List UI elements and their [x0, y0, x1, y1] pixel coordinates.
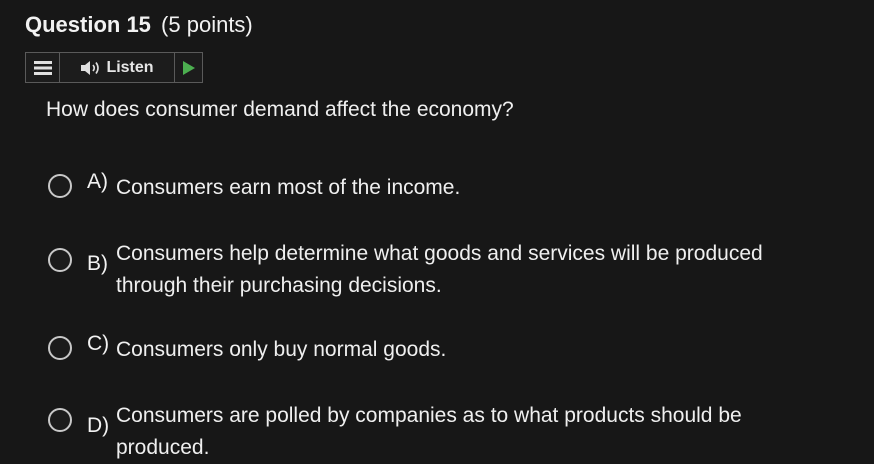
option-text-b: Consumers help determine what goods and … [116, 242, 763, 297]
option-text-c: Consumers only buy normal goods. [116, 338, 447, 361]
option-letter-c: C) [87, 332, 110, 355]
play-button[interactable] [175, 53, 202, 82]
question-title: Question 15 [25, 12, 151, 37]
quiz-page: Question 15 (5 points) Listen How does c… [0, 0, 874, 464]
option-text-d: Consumers are polled by companies as to … [116, 404, 742, 459]
menu-icon [33, 60, 52, 75]
question-header: Question 15 (5 points) [25, 12, 253, 38]
answer-option-c[interactable]: C) Consumers only buy normal goods. [48, 332, 446, 366]
play-icon [182, 60, 195, 75]
listen-label: Listen [106, 58, 154, 76]
question-points: (5 points) [161, 12, 253, 37]
answer-option-a[interactable]: A) Consumers earn most of the income. [48, 170, 460, 204]
answer-option-b[interactable]: B) Consumers help determine what goods a… [48, 238, 836, 302]
option-letter-d: D) [87, 414, 110, 437]
speaker-icon [81, 60, 100, 75]
menu-button[interactable] [26, 53, 60, 82]
question-text: How does consumer demand affect the econ… [46, 98, 514, 121]
option-text-a: Consumers earn most of the income. [116, 176, 461, 199]
answer-option-d[interactable]: D) Consumers are polled by companies as … [48, 400, 836, 464]
radio-button-d[interactable] [48, 408, 72, 432]
radio-button-a[interactable] [48, 174, 72, 198]
listen-button[interactable]: Listen [60, 53, 175, 82]
option-letter-a: A) [87, 170, 108, 193]
option-letter-b: B) [87, 252, 108, 275]
radio-button-b[interactable] [48, 248, 72, 272]
radio-button-c[interactable] [48, 336, 72, 360]
listen-toolbar: Listen [25, 52, 203, 83]
